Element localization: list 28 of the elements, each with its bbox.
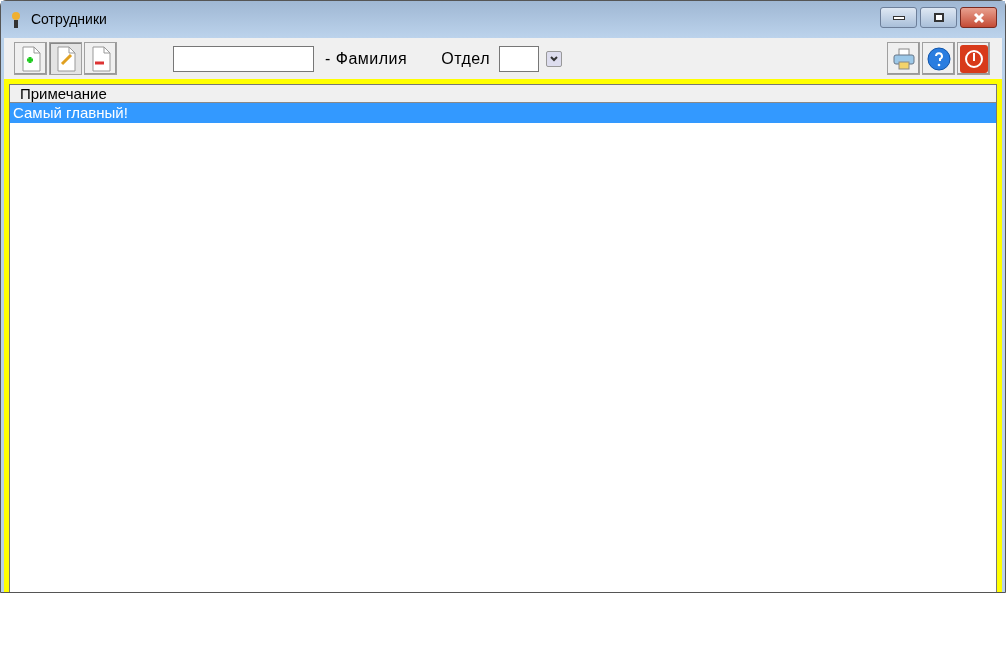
delete-button[interactable]: [84, 42, 117, 75]
remove-document-icon: [89, 45, 112, 72]
column-header[interactable]: Примечание: [10, 85, 996, 102]
printer-icon: [891, 46, 916, 71]
edit-button[interactable]: [49, 42, 82, 75]
edit-document-icon: [54, 45, 77, 72]
window-title: Сотрудники: [31, 10, 107, 29]
department-label: Отдел: [441, 48, 490, 69]
close-button[interactable]: [960, 7, 997, 28]
power-icon: [959, 44, 988, 73]
surname-label: - Фамилия: [325, 48, 408, 69]
close-icon: [972, 11, 985, 24]
help-icon: [926, 46, 951, 71]
add-document-icon: [19, 45, 42, 72]
department-input[interactable]: [499, 45, 539, 72]
add-button[interactable]: [14, 42, 47, 75]
print-button[interactable]: [887, 42, 920, 75]
minimize-button[interactable]: [880, 7, 917, 28]
maximize-button[interactable]: [920, 7, 957, 28]
exit-button[interactable]: [957, 42, 990, 75]
lightbulb-icon: [9, 10, 23, 29]
dropdown-button[interactable]: [546, 50, 562, 67]
minimize-icon: [892, 15, 905, 20]
surname-input[interactable]: [173, 45, 314, 72]
maximize-icon: [933, 13, 944, 22]
table-cell-text: Самый главный!: [12, 103, 128, 123]
help-button[interactable]: [922, 42, 955, 75]
chevron-down-icon: [550, 55, 558, 62]
